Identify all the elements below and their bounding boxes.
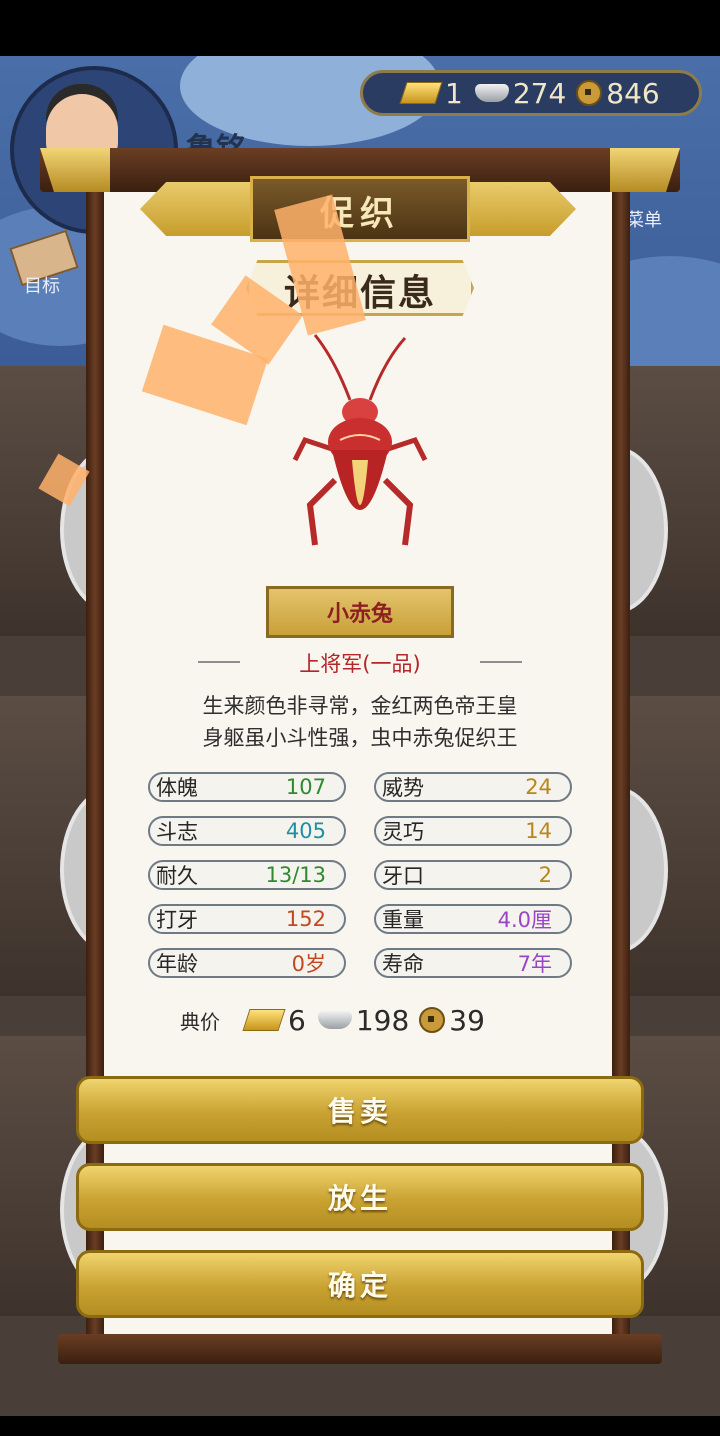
stat-label: 重量 <box>382 908 424 932</box>
stat-weight: 重量 4.0厘 <box>374 904 572 934</box>
stat-physique: 体魄 107 <box>148 772 346 802</box>
silver-ingot-icon <box>317 1011 352 1029</box>
insect-name: 小赤兔 <box>326 602 393 627</box>
stat-value: 405 <box>285 819 326 843</box>
silver-ingot-icon <box>474 84 509 102</box>
stat-label: 斗志 <box>156 820 198 844</box>
price-gold: 6 <box>288 1003 306 1037</box>
stat-strike: 打牙 152 <box>148 904 346 934</box>
description-line: 生来颜色非寻常，金红两色帝王皇 <box>202 694 518 718</box>
menu-button[interactable]: 菜单 <box>626 206 662 232</box>
silver-amount: 274 <box>512 76 567 110</box>
stat-value: 13/13 <box>265 863 326 887</box>
cricket-icon <box>292 334 428 546</box>
stat-label: 寿命 <box>382 952 424 976</box>
stat-value: 7年 <box>517 952 552 976</box>
stat-value: 152 <box>285 907 326 931</box>
stat-value: 0岁 <box>291 952 326 976</box>
stat-label: 灵巧 <box>382 820 424 844</box>
price-silver: 198 <box>355 1003 410 1037</box>
stat-might: 威势 24 <box>374 772 572 802</box>
currency-bar: 1 274 846 <box>360 70 702 116</box>
stat-label: 年龄 <box>156 952 198 976</box>
stat-value: 107 <box>285 775 326 799</box>
stat-bite: 牙口 2 <box>374 860 572 890</box>
insect-rank: 上将军(一品) <box>299 652 421 676</box>
stat-value: 24 <box>525 775 552 799</box>
stat-label: 体魄 <box>156 776 198 800</box>
confirm-button[interactable]: 确定 <box>76 1250 644 1318</box>
target-label: 目标 <box>24 276 60 297</box>
gold-amount: 1 <box>445 76 463 110</box>
stat-value: 14 <box>525 819 552 843</box>
insect-name-plate: 小赤兔 <box>266 586 454 638</box>
scroll-rod-bottom <box>58 1334 662 1364</box>
bottom-bar <box>0 1416 720 1436</box>
copper-coin-icon <box>576 80 603 106</box>
stat-label: 威势 <box>382 776 424 800</box>
stat-age: 年龄 0岁 <box>148 948 346 978</box>
sell-button[interactable]: 售卖 <box>76 1076 644 1144</box>
stat-value: 4.0厘 <box>497 908 552 932</box>
description-line: 身躯虽小斗性强，虫中赤兔促织王 <box>202 726 518 750</box>
price-label: 典价 <box>180 1009 220 1034</box>
stat-label: 牙口 <box>382 864 424 888</box>
stat-agility: 灵巧 14 <box>374 816 572 846</box>
gold-ingot-icon <box>399 82 443 104</box>
insect-description: 生来颜色非寻常，金红两色帝王皇 身躯虽小斗性强，虫中赤兔促织王 <box>120 690 600 754</box>
stat-lifespan: 寿命 7年 <box>374 948 572 978</box>
coin-amount: 846 <box>606 76 660 110</box>
copper-coin-icon <box>419 1007 446 1033</box>
price-coin: 39 <box>449 1003 485 1037</box>
pawn-price-row: 典价 6 198 39 <box>180 1000 540 1040</box>
release-button[interactable]: 放生 <box>76 1163 644 1231</box>
stat-label: 耐久 <box>156 864 198 888</box>
stat-fighting-spirit: 斗志 405 <box>148 816 346 846</box>
gold-ingot-icon <box>242 1009 286 1031</box>
stat-value: 2 <box>538 863 552 887</box>
stat-label: 打牙 <box>156 908 198 932</box>
stat-durability: 耐久 13/13 <box>148 860 346 890</box>
